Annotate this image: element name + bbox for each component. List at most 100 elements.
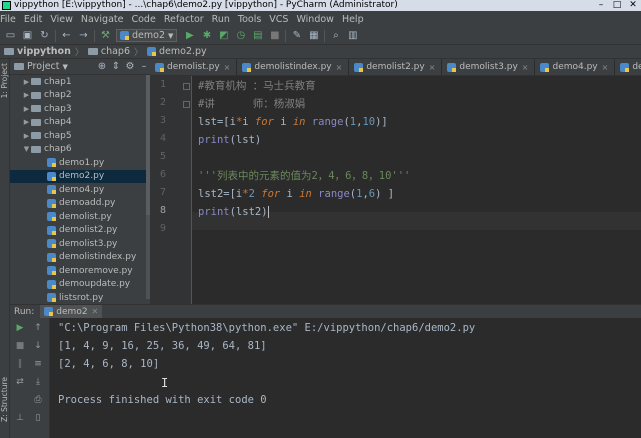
close-icon[interactable]: ✕ [92, 307, 99, 316]
debug-icon[interactable]: ✱ [200, 29, 213, 42]
run-tab-demo2[interactable]: demo2 ✕ [40, 305, 103, 318]
collapsed-arrow-icon[interactable]: ▶ [22, 118, 31, 126]
close-tab-icon[interactable]: × [224, 63, 231, 72]
editor-tab[interactable]: demo4.py × [535, 59, 616, 75]
menu-item-vcs[interactable]: VCS [269, 14, 288, 25]
project-tool-window-label[interactable]: 1: Project [0, 63, 10, 98]
collapsed-arrow-icon[interactable]: ▶ [22, 132, 31, 140]
project-panel-title[interactable]: Project [27, 61, 60, 72]
editor-tab[interactable]: demolist3.py × [442, 59, 536, 75]
editor-tab-label: demo4.py [552, 62, 598, 72]
structure-tool-window-label[interactable]: Z: Structure [0, 377, 10, 422]
close-tab-icon[interactable]: × [522, 63, 529, 72]
tree-folder[interactable]: ▶ chap1 [10, 75, 150, 89]
tree-file[interactable]: demoupdate.py [10, 278, 150, 292]
pause-icon[interactable]: ‖ [14, 358, 26, 370]
tree-file[interactable]: demolistindex.py [10, 251, 150, 265]
pin-icon[interactable]: ⊥ [14, 412, 26, 424]
stop-icon[interactable]: ■ [268, 29, 281, 42]
chevron-down-icon[interactable]: ▼ [63, 63, 68, 71]
forward-icon[interactable]: → [77, 29, 90, 42]
line-number: 5 [159, 151, 166, 162]
editor-tab[interactable]: demolist.py × [150, 59, 238, 75]
editor-tab[interactable]: demolistindex.py × [237, 59, 350, 75]
expanded-arrow-icon[interactable]: ▼ [22, 145, 31, 153]
folder-icon [31, 78, 41, 86]
rerun-icon[interactable]: ▶ [14, 322, 26, 334]
tree-folder[interactable]: ▶ chap3 [10, 102, 150, 116]
sync-icon[interactable]: ↻ [38, 29, 51, 42]
code-editor[interactable]: #教育机构 ：马士兵教育 #讲 师：杨淑娟 lst=[i*i for i in … [192, 76, 641, 304]
tree-file[interactable]: listsrot.py [10, 291, 150, 305]
tree-folder[interactable]: ▶ chap2 [10, 89, 150, 103]
menu-item-code[interactable]: Code [131, 14, 155, 25]
tree-file[interactable]: demo4.py [10, 183, 150, 197]
menu-item-help[interactable]: Help [342, 14, 364, 25]
menu-item-run[interactable]: Run [212, 14, 230, 25]
collapsed-arrow-icon[interactable]: ▶ [22, 91, 31, 99]
stop-icon[interactable]: ■ [14, 340, 26, 352]
close-tab-icon[interactable]: × [336, 63, 343, 72]
python-file-icon [120, 31, 129, 40]
breadcrumb-folder[interactable]: chap6 [87, 46, 130, 57]
tree-folder[interactable]: ▼ chap6 [10, 143, 150, 157]
scroll-up-icon[interactable]: ↑ [32, 322, 44, 334]
tree-file[interactable]: demolist.py [10, 210, 150, 224]
print-icon[interactable]: ⎙ [32, 394, 44, 406]
tree-file[interactable]: demoadd.py [10, 197, 150, 211]
tree-file[interactable]: demolist3.py [10, 237, 150, 251]
run-console[interactable]: "C:\Program Files\Python38\python.exe" E… [50, 318, 641, 438]
tree-item-label: chap2 [44, 90, 72, 101]
back-icon[interactable]: ← [60, 29, 73, 42]
menu-item-file[interactable]: File [0, 14, 16, 25]
run-configuration-select[interactable]: demo2 ▼ [116, 29, 178, 42]
run-icon[interactable]: ▶ [183, 29, 196, 42]
menu-item-refactor[interactable]: Refactor [164, 14, 204, 25]
open-folder-icon[interactable]: ▭ [4, 29, 17, 42]
soft-wrap-icon[interactable]: ≡ [32, 358, 44, 370]
python-file-icon [47, 293, 56, 303]
fold-marker-icon[interactable] [183, 83, 190, 90]
hide-panel-icon[interactable]: – [138, 61, 150, 72]
editor-tab[interactable]: demolist2.py × [349, 59, 443, 75]
collapsed-arrow-icon[interactable]: ▶ [22, 78, 31, 86]
close-tab-icon[interactable]: × [429, 63, 436, 72]
menu-item-navigate[interactable]: Navigate [81, 14, 124, 25]
breadcrumb-project[interactable]: vippython [4, 46, 71, 57]
breadcrumb-file[interactable]: demo2.py [147, 46, 207, 57]
tree-file[interactable]: demo1.py [10, 156, 150, 170]
menu-item-tools[interactable]: Tools [238, 14, 261, 25]
python-file-icon [242, 62, 252, 72]
close-icon[interactable]: ✕ [625, 0, 641, 11]
coverage-icon[interactable]: ◩ [217, 29, 230, 42]
trash-icon[interactable]: ▯ [32, 412, 44, 424]
locate-target-icon[interactable]: ⊕ [96, 61, 108, 72]
editor-tab[interactable]: demoadd.py× [615, 59, 641, 75]
profile-icon[interactable]: ◷ [234, 29, 247, 42]
menu-item-edit[interactable]: Edit [24, 14, 42, 25]
restore-layout-icon[interactable]: ⇄ [14, 376, 26, 388]
collapse-all-icon[interactable]: ⇕ [110, 61, 122, 72]
build-icon[interactable]: ⚒ [99, 29, 112, 42]
menu-item-window[interactable]: Window [296, 14, 333, 25]
tree-folder[interactable]: ▶ chap5 [10, 129, 150, 143]
concurrency-icon[interactable]: ▤ [251, 29, 264, 42]
project-structure-icon[interactable]: ▦ [307, 29, 320, 42]
fold-marker-icon[interactable] [183, 101, 190, 108]
collapsed-arrow-icon[interactable]: ▶ [22, 105, 31, 113]
tree-file[interactable]: demolist2.py [10, 224, 150, 238]
minimize-icon[interactable]: – [593, 0, 609, 11]
scroll-to-end-icon[interactable]: ⤓ [32, 376, 44, 388]
scroll-down-icon[interactable]: ↓ [32, 340, 44, 352]
settings-wrench-icon[interactable]: ✎ [290, 29, 303, 42]
maximize-icon[interactable]: □ [609, 0, 625, 11]
search-icon[interactable]: ⌕ [329, 29, 342, 42]
tree-file[interactable]: demoremove.py [10, 264, 150, 278]
tasks-icon[interactable]: ▥ [346, 29, 359, 42]
gear-icon[interactable]: ⚙ [124, 61, 136, 72]
tree-file[interactable]: demo2.py [10, 169, 150, 183]
tree-folder[interactable]: ▶ chap4 [10, 116, 150, 130]
save-icon[interactable]: ▣ [21, 29, 34, 42]
menu-item-view[interactable]: View [50, 14, 73, 25]
close-tab-icon[interactable]: × [602, 63, 609, 72]
